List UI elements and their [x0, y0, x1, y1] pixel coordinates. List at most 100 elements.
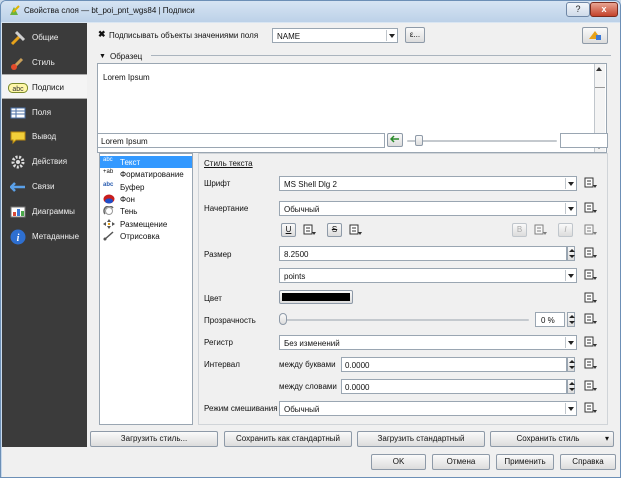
ok-button[interactable]: OK — [371, 454, 426, 470]
background-icon — [103, 194, 115, 204]
data-defined-icon[interactable] — [582, 201, 598, 215]
case-select[interactable]: Без изменений — [279, 335, 577, 350]
transparency-handle[interactable] — [279, 313, 287, 325]
category-label: Текст — [120, 158, 141, 167]
font-select[interactable]: MS Shell Dlg 2 — [279, 176, 577, 191]
data-defined-icon[interactable] — [347, 223, 363, 237]
chevron-down-icon: ▾ — [604, 434, 609, 443]
data-defined-icon[interactable] — [582, 312, 598, 326]
preview-collapse-arrow[interactable]: ▼ — [99, 53, 106, 60]
sidebar-item-joins[interactable]: Связи — [2, 174, 87, 199]
strikeout-button[interactable]: S — [327, 223, 342, 237]
close-window-button[interactable]: x — [590, 2, 618, 17]
data-defined-icon[interactable] — [582, 268, 598, 282]
style-select[interactable]: Обычный — [279, 201, 577, 216]
blend-mode-label: Режим смешивания — [204, 404, 278, 413]
category-buffer[interactable]: abc Буфер — [100, 181, 192, 193]
brush-icon — [103, 231, 114, 241]
category-label: Отрисовка — [120, 232, 160, 241]
case-label: Регистр — [204, 338, 233, 347]
label-field-select[interactable]: NAME — [272, 28, 398, 43]
word-spacing-value: 0.0000 — [345, 383, 370, 392]
load-default-button[interactable]: Загрузить стандартный — [357, 431, 485, 447]
paintbrush-icon — [11, 57, 24, 70]
spacing-label: Интервал — [204, 360, 240, 369]
sidebar-item-labels[interactable]: abc Подписи — [2, 74, 87, 99]
preview-text-input[interactable]: Lorem Ipsum — [97, 133, 385, 148]
sidebar-item-label: Связи — [32, 182, 55, 191]
info-icon: i — [10, 229, 26, 245]
size-spinner[interactable] — [567, 246, 575, 261]
data-defined-icon[interactable] — [582, 246, 598, 260]
category-formatting[interactable]: +ab Форматирование — [100, 168, 192, 180]
transparency-input[interactable]: 0 % — [535, 312, 565, 327]
apply-button[interactable]: Применить — [496, 454, 554, 470]
letter-spacing-input[interactable]: 0.0000 — [341, 357, 567, 372]
word-spacing-spinner[interactable] — [567, 379, 575, 394]
label-checkbox-checkmark[interactable]: ✖ — [98, 29, 106, 40]
font-label: Шрифт — [204, 179, 231, 188]
category-label: Фон — [120, 195, 135, 204]
text-style-heading: Стиль текста — [204, 159, 253, 168]
sidebar-item-general[interactable]: Общие — [2, 25, 87, 50]
category-placement[interactable]: Размещение — [100, 218, 192, 230]
letter-spacing-label: между буквами — [279, 360, 336, 369]
color-button[interactable] — [279, 290, 353, 304]
data-defined-icon[interactable] — [582, 357, 598, 371]
svg-text:i: i — [17, 233, 20, 244]
sidebar-item-diagrams[interactable]: Диаграммы — [2, 199, 87, 224]
data-defined-icon[interactable] — [582, 291, 598, 305]
category-background[interactable]: Фон — [100, 193, 192, 205]
save-default-button[interactable]: Сохранить как стандартный — [224, 431, 352, 447]
sidebar-item-label: Общие — [32, 33, 59, 42]
preview-scale-slider[interactable] — [407, 140, 557, 142]
help-window-button[interactable]: ? — [566, 2, 590, 17]
refresh-arrow-icon — [389, 135, 399, 143]
sidebar-item-label: Вывод — [32, 132, 57, 141]
svg-text:abc: abc — [12, 86, 24, 93]
italic-button[interactable]: I — [558, 223, 573, 237]
sidebar-item-label: Действия — [32, 157, 68, 166]
data-defined-icon[interactable] — [301, 223, 317, 237]
preview-background-color[interactable] — [560, 133, 608, 148]
preview-scale-handle[interactable] — [415, 135, 423, 146]
expression-button[interactable]: ε... — [405, 27, 425, 43]
sidebar-item-metadata[interactable]: i Метаданные — [2, 224, 87, 249]
category-rendering[interactable]: Отрисовка — [100, 230, 192, 242]
bold-button[interactable]: B — [512, 223, 527, 237]
data-defined-icon[interactable] — [582, 379, 598, 393]
size-units-select[interactable]: points — [279, 268, 577, 283]
word-spacing-input[interactable]: 0.0000 — [341, 379, 567, 394]
category-text[interactable]: abc Текст — [100, 156, 192, 168]
cancel-button[interactable]: Отмена — [432, 454, 490, 470]
preview-input-value: Lorem Ipsum — [101, 137, 148, 146]
load-style-button[interactable]: Загрузить стиль... — [90, 431, 218, 447]
table-icon — [10, 107, 26, 119]
layer-settings-button[interactable] — [582, 27, 608, 44]
data-defined-icon[interactable] — [532, 223, 548, 237]
sidebar-item-style[interactable]: Стиль — [2, 50, 87, 75]
window-title: Свойства слоя — bt_poi_pnt_wgs84 | Подпи… — [24, 6, 195, 15]
save-style-button[interactable]: Сохранить стиль ▾ — [490, 431, 614, 447]
help-button[interactable]: Справка — [560, 454, 616, 470]
join-arrow-icon — [10, 182, 25, 192]
data-defined-icon[interactable] — [582, 335, 598, 349]
data-defined-icon[interactable] — [582, 223, 598, 237]
letter-spacing-spinner[interactable] — [567, 357, 575, 372]
category-shadow[interactable]: Тень — [100, 205, 192, 217]
speech-bubble-icon — [10, 131, 26, 145]
sidebar-item-label: Подписи — [32, 83, 64, 92]
sidebar-item-fields[interactable]: Поля — [2, 100, 87, 125]
sidebar-item-label: Метаданные — [32, 232, 80, 241]
transparency-spinner[interactable] — [567, 312, 575, 327]
sidebar-item-display[interactable]: Вывод — [2, 124, 87, 149]
sidebar-item-actions[interactable]: Действия — [2, 149, 87, 174]
underline-button[interactable]: U — [281, 223, 296, 237]
size-input[interactable]: 8.2500 — [279, 246, 567, 261]
preview-reset-button[interactable] — [387, 133, 403, 147]
blend-mode-select[interactable]: Обычный — [279, 401, 577, 416]
transparency-slider[interactable] — [283, 319, 529, 321]
data-defined-icon[interactable] — [582, 176, 598, 190]
text-settings-panel: Стиль текста Шрифт MS Shell Dlg 2 Начерт… — [198, 153, 608, 425]
data-defined-icon[interactable] — [582, 401, 598, 415]
